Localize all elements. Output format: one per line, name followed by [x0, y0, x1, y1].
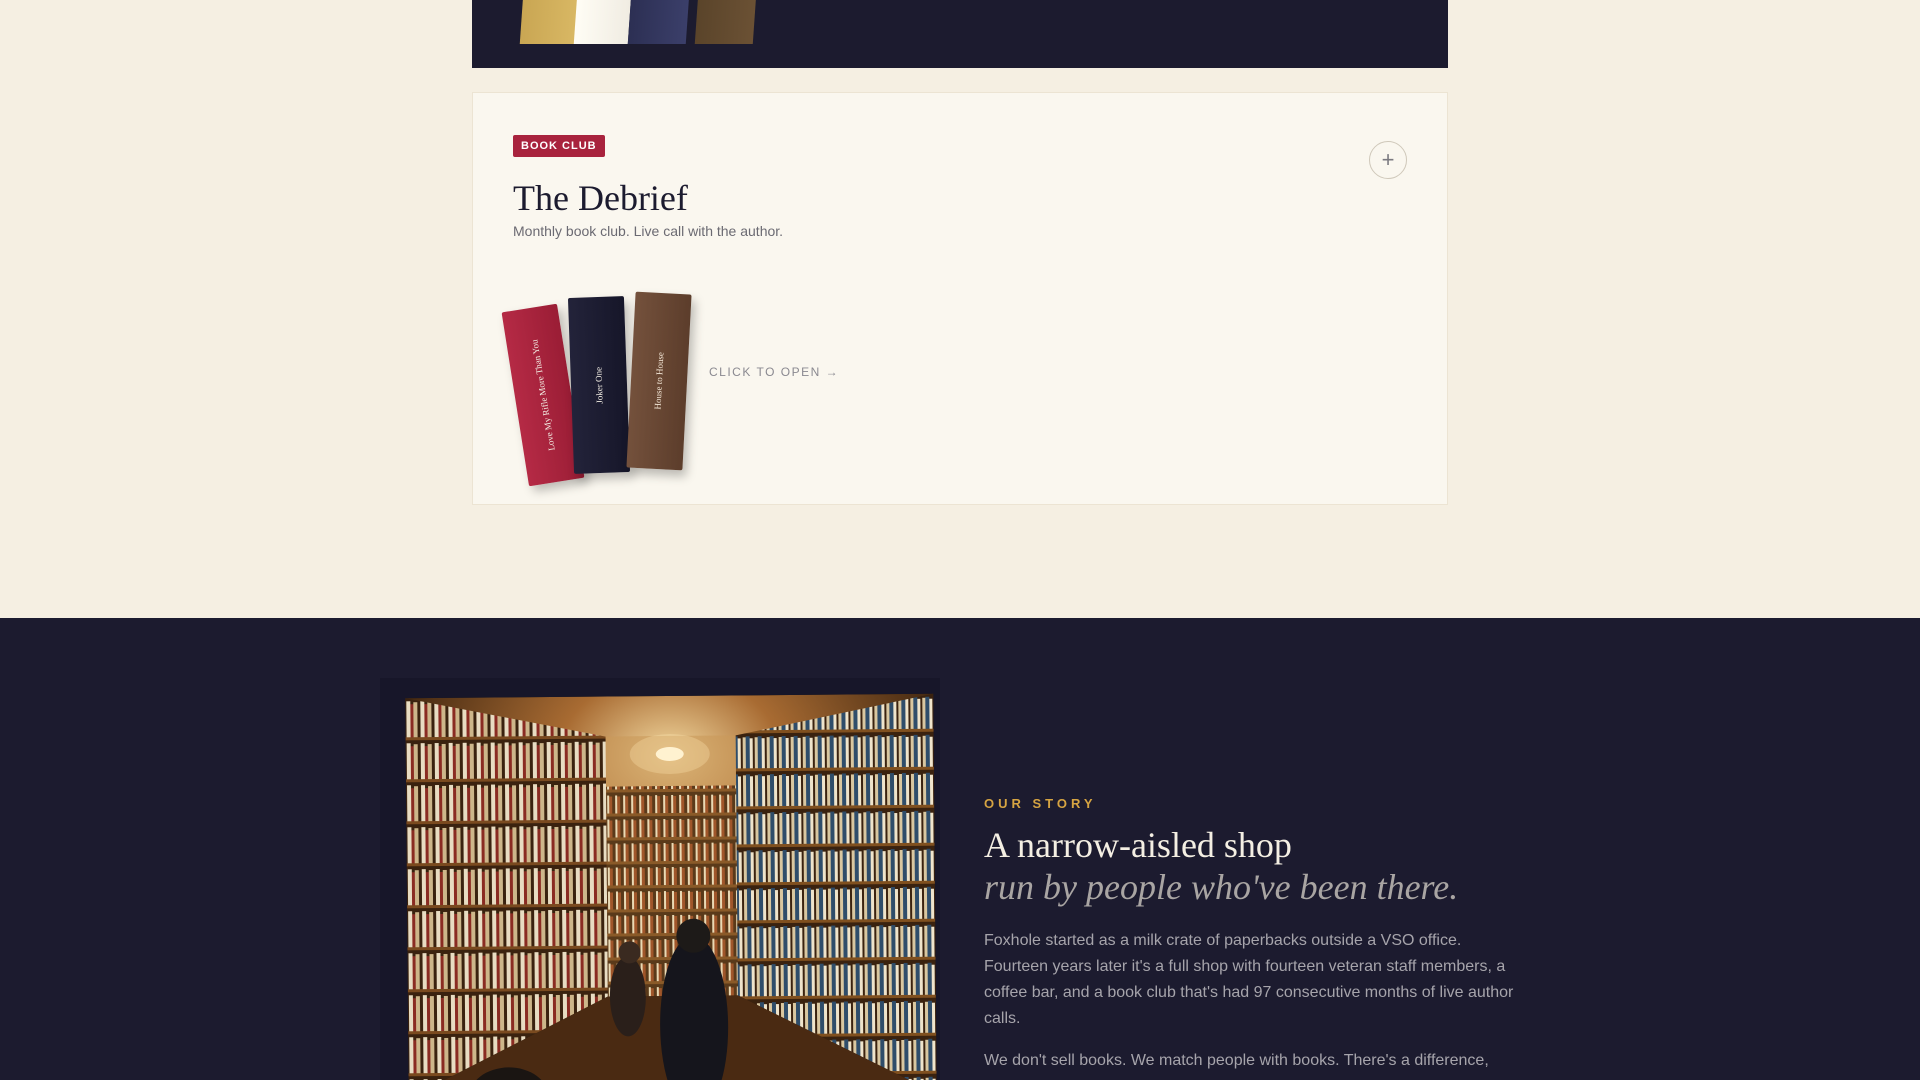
book-spine: W	[519, 0, 581, 44]
book-spine-title: Joker One	[593, 366, 605, 404]
featured-card-top[interactable]: W	[472, 0, 1448, 68]
story-paragraph: Foxhole started as a milk crate of paper…	[984, 932, 1514, 1027]
book-stack[interactable]: Love My Rifle More Than You Joker One Ho…	[501, 291, 703, 487]
story-kicker: OUR STORY	[984, 796, 1097, 811]
club-subtitle: Monthly book club. Live call with the au…	[513, 223, 784, 239]
plus-icon: +	[1381, 147, 1395, 172]
book-club-badge: BOOK CLUB	[513, 135, 605, 157]
book-spine: House to House	[626, 291, 692, 471]
story-title-italic: run by people who've been there.	[984, 867, 1459, 907]
our-story-section: OUR STORY A narrow-aisled shop run by pe…	[0, 618, 1920, 1080]
bookshop-photo	[405, 693, 937, 1080]
book-spine-title: Love My Rifle More Than You	[529, 338, 557, 452]
book-club-card[interactable]: BOOK CLUB The Debrief Monthly book club.…	[472, 92, 1448, 505]
club-title: The Debrief	[513, 178, 688, 218]
book-spine	[573, 0, 633, 44]
book-spine	[627, 0, 691, 44]
book-spine-title: House to House	[652, 352, 666, 410]
book-spine: Joker One	[567, 296, 631, 474]
book-spine	[694, 0, 758, 44]
expand-button[interactable]: +	[1369, 141, 1407, 179]
story-title: A narrow-aisled shop	[984, 825, 1292, 865]
click-to-open-link[interactable]: CLICK TO OPEN →	[709, 365, 839, 379]
story-paragraph: We don't sell books. We match people wit…	[984, 1052, 1489, 1069]
